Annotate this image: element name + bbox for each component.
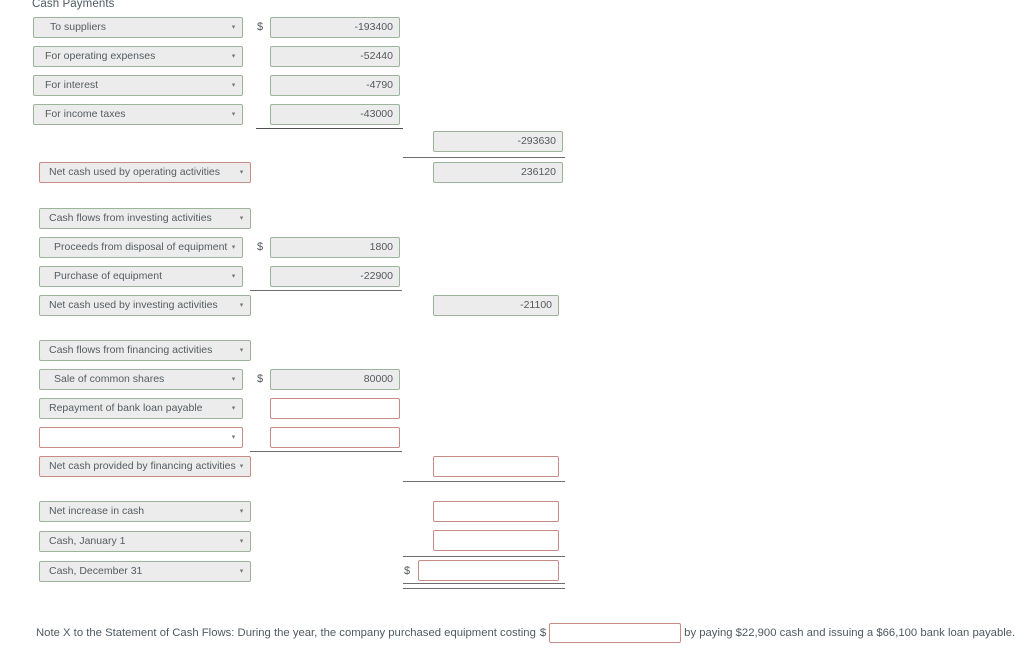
chevron-down-icon: ▾: [239, 302, 244, 309]
currency-symbol-investing: $: [257, 241, 264, 253]
amount-total-cash-payments[interactable]: -293630: [433, 131, 563, 152]
row-select-for-interest[interactable]: For interest ▾: [33, 75, 243, 96]
row-select-cash-flows-from-financing-activities[interactable]: Cash flows from financing activities ▾: [39, 340, 251, 361]
chevron-down-icon: ▾: [231, 24, 236, 31]
amount-net-cash-provided-by-financing-activities[interactable]: [433, 456, 559, 477]
select-label: Sale of common shares: [54, 373, 165, 385]
chevron-down-icon: ▾: [239, 568, 244, 575]
cash-flow-statement-worksheet: Cash Payments To suppliers ▾ $ -193400 F…: [0, 0, 1024, 655]
chevron-down-icon: ▾: [239, 215, 244, 222]
chevron-down-icon: ▾: [239, 508, 244, 515]
amount-net-cash-used-by-operating-activities[interactable]: 236120: [433, 162, 563, 183]
note-x-paragraph: Note X to the Statement of Cash Flows: D…: [36, 623, 1015, 643]
select-label: For interest: [45, 79, 99, 91]
currency-symbol-operating: $: [257, 21, 264, 33]
select-label: Purchase of equipment: [54, 270, 162, 282]
select-label: Net increase in cash: [49, 505, 145, 517]
select-label: Cash, December 31: [49, 565, 143, 577]
select-label: Net cash provided by financing activitie…: [49, 460, 236, 472]
select-label: Net cash used by operating activities: [49, 166, 221, 178]
chevron-down-icon: ▾: [231, 82, 236, 89]
note-equipment-cost-input[interactable]: [549, 623, 682, 643]
row-select-cash-december-31[interactable]: Cash, December 31 ▾: [39, 561, 251, 582]
subtotal-rule-financing: [250, 451, 402, 452]
subtotal-rule-financing-total: [403, 481, 565, 482]
amount-net-increase-in-cash[interactable]: [433, 501, 559, 522]
select-label: Net cash used by investing activities: [49, 299, 218, 311]
amount-net-cash-used-by-investing-activities[interactable]: -21100: [433, 295, 559, 316]
section-caption-cash-payments: Cash Payments: [32, 0, 115, 10]
chevron-down-icon: ▾: [231, 111, 236, 118]
select-label: Cash flows from financing activities: [49, 344, 213, 356]
note-text-before: Note X to the Statement of Cash Flows: D…: [36, 626, 536, 639]
amount-input-proceeds-from-disposal-of-equipment[interactable]: 1800: [270, 237, 400, 258]
chevron-down-icon: ▾: [239, 347, 244, 354]
note-currency-symbol: $: [539, 626, 547, 639]
select-label: Cash, January 1: [49, 535, 126, 547]
subtotal-rule-operating-total: [403, 157, 565, 158]
amount-input-blank-financing-row[interactable]: [270, 427, 400, 448]
subtotal-rule-investing: [250, 290, 402, 291]
note-text-after: by paying $22,900 cash and issuing a $66…: [684, 626, 1016, 639]
row-select-sale-of-common-shares[interactable]: Sale of common shares ▾: [39, 369, 243, 390]
chevron-down-icon: ▾: [231, 273, 236, 280]
chevron-down-icon: ▾: [239, 538, 244, 545]
chevron-down-icon: ▾: [231, 53, 236, 60]
chevron-down-icon: ▾: [231, 376, 236, 383]
row-select-purchase-of-equipment[interactable]: Purchase of equipment ▾: [39, 266, 243, 287]
row-select-cash-flows-from-investing-activities[interactable]: Cash flows from investing activities ▾: [39, 208, 251, 229]
row-select-net-cash-used-by-investing-activities[interactable]: Net cash used by investing activities ▾: [39, 295, 251, 316]
row-select-blank-financing-row[interactable]: ▾: [39, 427, 243, 448]
amount-input-to-suppliers[interactable]: -193400: [270, 17, 400, 38]
chevron-down-icon: ▾: [239, 169, 244, 176]
amount-input-repayment-of-bank-loan-payable[interactable]: [270, 398, 400, 419]
row-select-net-increase-in-cash[interactable]: Net increase in cash ▾: [39, 501, 251, 522]
subtotal-rule-cash-payments: [256, 128, 403, 129]
row-select-net-cash-provided-by-financing-activities[interactable]: Net cash provided by financing activitie…: [39, 456, 251, 477]
select-label: To suppliers: [50, 21, 107, 33]
grand-total-double-rule: [403, 583, 565, 589]
chevron-down-icon: ▾: [239, 463, 244, 470]
amount-input-purchase-of-equipment[interactable]: -22900: [270, 266, 400, 287]
subtotal-rule-ending-cash: [403, 556, 565, 557]
select-label: For income taxes: [45, 108, 126, 120]
chevron-down-icon: ▾: [231, 434, 236, 441]
currency-symbol-financing: $: [257, 373, 264, 385]
select-label: For operating expenses: [45, 50, 156, 62]
select-label: Proceeds from disposal of equipment: [54, 241, 228, 253]
chevron-down-icon: ▾: [231, 405, 236, 412]
select-label: Cash flows from investing activities: [49, 212, 212, 224]
row-select-to-suppliers[interactable]: To suppliers ▾: [33, 17, 243, 38]
amount-input-for-income-taxes[interactable]: -43000: [270, 104, 400, 125]
row-select-cash-january-1[interactable]: Cash, January 1 ▾: [39, 531, 251, 552]
amount-cash-december-31[interactable]: [418, 560, 559, 581]
amount-input-for-operating-expenses[interactable]: -52440: [270, 46, 400, 67]
amount-cash-january-1[interactable]: [433, 530, 559, 551]
row-select-proceeds-from-disposal-of-equipment[interactable]: Proceeds from disposal of equipment ▾: [39, 237, 243, 258]
row-select-for-operating-expenses[interactable]: For operating expenses ▾: [33, 46, 243, 67]
row-select-repayment-of-bank-loan-payable[interactable]: Repayment of bank loan payable ▾: [39, 398, 243, 419]
amount-input-sale-of-common-shares[interactable]: 80000: [270, 369, 400, 390]
amount-input-for-interest[interactable]: -4790: [270, 75, 400, 96]
select-label: Repayment of bank loan payable: [49, 402, 203, 414]
row-select-net-cash-used-by-operating-activities[interactable]: Net cash used by operating activities ▾: [39, 162, 251, 183]
chevron-down-icon: ▾: [231, 244, 236, 251]
row-select-for-income-taxes[interactable]: For income taxes ▾: [33, 104, 243, 125]
currency-symbol-ending-cash: $: [404, 565, 411, 577]
